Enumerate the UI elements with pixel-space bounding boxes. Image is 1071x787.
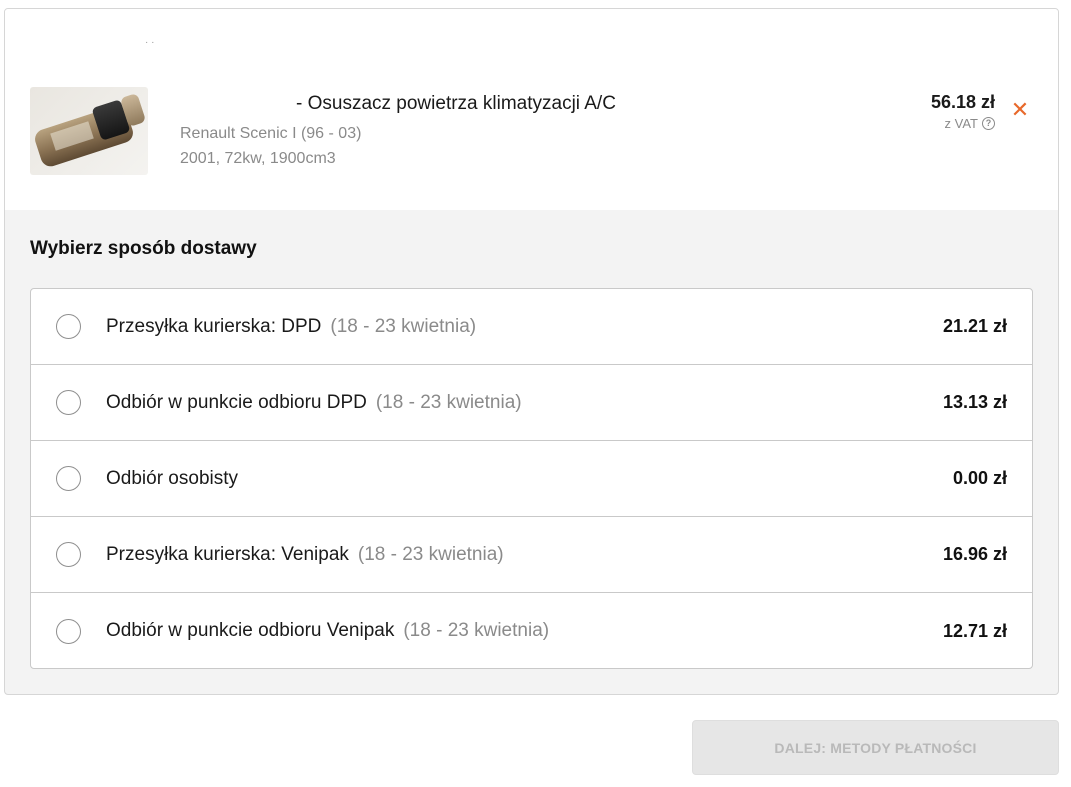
car-details: 2001, 72kw, 1900cm3 [180, 150, 336, 167]
radio-button[interactable] [56, 542, 81, 567]
option-label: Odbiór w punkcie odbioru DPD (18 - 23 kwi… [106, 392, 522, 414]
delivery-option-dpd-courier[interactable]: Przesyłka kurierska: DPD (18 - 23 kwietni… [31, 289, 1032, 365]
radio-button[interactable] [56, 390, 81, 415]
car-model: Renault Scenic I (96 - 03) [180, 125, 362, 142]
radio-button[interactable] [56, 314, 81, 339]
next-payment-methods-button[interactable]: DALEJ: METODY PŁATNOŚCI [692, 720, 1059, 775]
product-price: 56.18 zł [930, 92, 995, 112]
vat-info: z VAT ? [945, 116, 995, 131]
radio-button[interactable] [56, 618, 81, 644]
option-date: (18 - 23 kwietnia) [357, 543, 504, 565]
option-name: Odbiór w punkcie odbioru DPD [106, 391, 367, 413]
delivery-option-personal-pickup[interactable]: Odbiór osobisty 0.00 zł [31, 441, 1032, 517]
option-price: 16.96 zł [942, 544, 1007, 564]
help-icon[interactable]: ? [982, 117, 995, 130]
option-label: Przesyłka kurierska: Venipak (18 - 23 kwi… [106, 544, 504, 566]
checkout-card: · · - Osuszacz powietrza klimatyzacji A/… [4, 8, 1059, 695]
option-name: Przesyłka kurierska: Venipak [106, 543, 349, 565]
option-name: Odbiór w punkcie odbioru Venipak [106, 620, 395, 641]
option-price: 21.21 zł [942, 316, 1007, 336]
cart-item: · · - Osuszacz powietrza klimatyzacji A/… [5, 9, 1058, 210]
vat-label: z VAT [944, 116, 978, 131]
option-date: (18 - 23 kwietnia) [330, 315, 477, 337]
product-image [30, 87, 148, 175]
option-name: Przesyłka kurierska: DPD [106, 315, 322, 337]
radio-button[interactable] [56, 466, 81, 491]
option-price: 13.13 zł [942, 392, 1007, 412]
option-label: Przesyłka kurierska: DPD (18 - 23 kwietni… [106, 316, 476, 338]
option-label: Odbiór osobisty [106, 468, 238, 490]
option-label: Odbiór w punkcie odbioru Venipak (18 - 23… [106, 620, 549, 642]
section-title: Wybierz sposób dostawy [30, 238, 257, 259]
option-date: (18 - 23 kwietnia) [403, 620, 550, 641]
delivery-options: Przesyłka kurierska: DPD (18 - 23 kwietni… [30, 288, 1033, 669]
delivery-option-venipak-courier[interactable]: Przesyłka kurierska: Venipak (18 - 23 kwi… [31, 517, 1032, 593]
option-price: 0.00 zł [952, 468, 1007, 488]
product-title[interactable]: - Osuszacz powietrza klimatyzacji A/C [296, 93, 616, 115]
delivery-option-venipak-pickup[interactable]: Odbiór w punkcie odbioru Venipak (18 - 23… [31, 593, 1032, 668]
option-price: 12.71 zł [942, 620, 1007, 641]
option-name: Odbiór osobisty [106, 467, 239, 489]
close-icon[interactable]: ✕ [1010, 99, 1030, 121]
option-date: (18 - 23 kwietnia) [375, 391, 522, 413]
top-mark: · · [145, 37, 155, 48]
delivery-option-dpd-pickup[interactable]: Odbiór w punkcie odbioru DPD (18 - 23 kwi… [31, 365, 1032, 441]
